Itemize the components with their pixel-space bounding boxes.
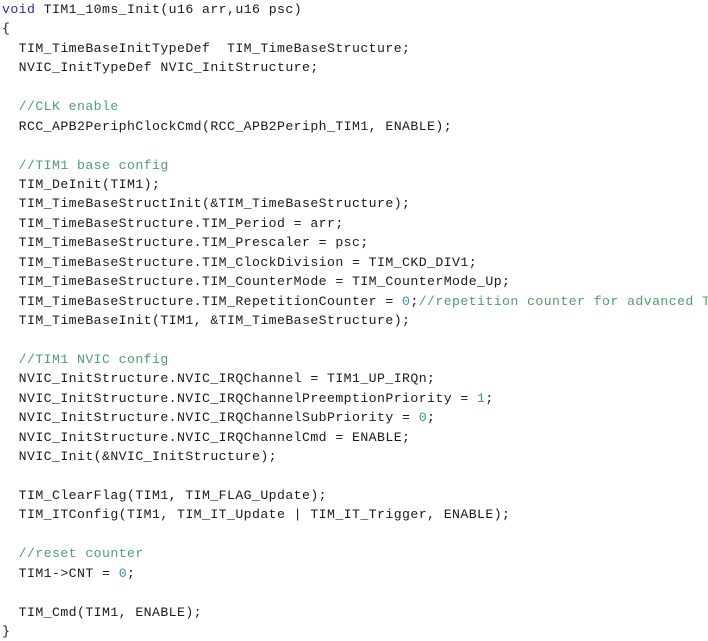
code-line[interactable]: NVIC_InitStructure.NVIC_IRQChannel = TIM… xyxy=(0,369,708,388)
code-line[interactable]: TIM_TimeBaseStructure.TIM_Period = arr; xyxy=(0,214,708,233)
code-line[interactable]: //TIM1 base config xyxy=(0,156,708,175)
code-line[interactable]: TIM_TimeBaseStructure.TIM_ClockDivision … xyxy=(0,253,708,272)
code-token-keyword: void xyxy=(2,2,36,17)
code-token-plain: TIM1->CNT = xyxy=(2,565,119,581)
code-line[interactable]: NVIC_Init(&NVIC_InitStructure); xyxy=(0,447,708,466)
code-line[interactable]: //TIM1 NVIC config xyxy=(0,350,708,369)
code-token-brace: { xyxy=(2,21,11,37)
code-token-plain: TIM_TimeBaseStructure.TIM_Prescaler = ps… xyxy=(2,235,369,251)
code-token-plain: TIM_Cmd(TIM1, ENABLE); xyxy=(2,604,203,620)
code-line[interactable] xyxy=(0,583,708,602)
code-line[interactable]: NVIC_InitStructure.NVIC_IRQChannelCmd = … xyxy=(0,428,708,447)
code-token-comment: //CLK enable xyxy=(2,99,119,115)
code-token-plain: TIM_TimeBaseStructure.TIM_CounterMode = … xyxy=(2,274,511,290)
code-token-number: 0 xyxy=(418,410,428,426)
code-token-plain: NVIC_InitStructure.NVIC_IRQChannelPreemp… xyxy=(2,390,478,406)
code-token-plain: ; xyxy=(410,293,419,309)
code-line[interactable]: NVIC_InitStructure.NVIC_IRQChannelSubPri… xyxy=(0,408,708,427)
code-line[interactable]: NVIC_InitStructure.NVIC_IRQChannelPreemp… xyxy=(0,389,708,408)
code-line[interactable]: //reset counter xyxy=(0,544,708,563)
code-token-plain: TIM_TimeBaseInit(TIM1, &TIM_TimeBaseStru… xyxy=(2,313,411,328)
code-line[interactable]: TIM_Cmd(TIM1, ENABLE); xyxy=(0,603,708,622)
code-token-plain: ; xyxy=(485,390,494,406)
code-line[interactable]: TIM_TimeBaseStructure.TIM_CounterMode = … xyxy=(0,272,708,291)
code-token-plain: TIM_TimeBaseInitTypeDef TIM_TimeBaseStru… xyxy=(2,40,411,56)
code-token-plain: RCC_APB2PeriphClockCmd(RCC_APB2Periph_TI… xyxy=(2,118,453,134)
code-token-plain: ; xyxy=(427,410,436,426)
code-line[interactable]: TIM_TimeBaseStructure.TIM_RepetitionCoun… xyxy=(0,292,708,311)
code-token-plain: ; xyxy=(127,565,136,581)
code-line[interactable] xyxy=(0,78,708,97)
code-token-plain: TIM_TimeBaseStructure.TIM_RepetitionCoun… xyxy=(2,293,403,309)
code-line[interactable]: void TIM1_10ms_Init(u16 arr,u16 psc) xyxy=(0,0,708,19)
code-line[interactable]: TIM_TimeBaseStructInit(&TIM_TimeBaseStru… xyxy=(0,194,708,213)
code-line[interactable]: TIM_TimeBaseStructure.TIM_Prescaler = ps… xyxy=(0,233,708,252)
code-token-plain: NVIC_InitStructure.NVIC_IRQChannelSubPri… xyxy=(2,410,419,426)
code-token-plain: NVIC_InitStructure.NVIC_IRQChannel = TIM… xyxy=(2,371,436,387)
code-line[interactable]: } xyxy=(0,622,708,641)
code-token-brace: } xyxy=(2,624,11,639)
code-editor-view[interactable]: void TIM1_10ms_Init(u16 arr,u16 psc) { TI… xyxy=(0,0,708,639)
code-token-plain: NVIC_InitStructure.NVIC_IRQChannelCmd = … xyxy=(2,429,411,445)
code-token-plain: TIM_TimeBaseStructure.TIM_Period = arr; xyxy=(2,215,344,231)
code-line[interactable]: TIM_TimeBaseInit(TIM1, &TIM_TimeBaseStru… xyxy=(0,311,708,330)
code-token-plain: NVIC_InitTypeDef NVIC_InitStructure; xyxy=(2,60,319,76)
code-token-number: 0 xyxy=(118,565,128,581)
code-line[interactable]: TIM_DeInit(TIM1); xyxy=(0,175,708,194)
code-token-comment: //repetition counter for advanced TIM1 xyxy=(418,293,708,309)
code-line[interactable] xyxy=(0,136,708,155)
code-token-plain: TIM_ClearFlag(TIM1, TIM_FLAG_Update); xyxy=(2,487,328,503)
code-line[interactable]: RCC_APB2PeriphClockCmd(RCC_APB2Periph_TI… xyxy=(0,117,708,136)
code-token-plain: NVIC_Init(&NVIC_InitStructure); xyxy=(2,449,278,465)
code-token-plain: TIM_ITConfig(TIM1, TIM_IT_Update | TIM_I… xyxy=(2,507,511,523)
code-token-plain: TIM_TimeBaseStructure.TIM_ClockDivision … xyxy=(2,254,478,270)
code-line[interactable] xyxy=(0,525,708,544)
code-line[interactable] xyxy=(0,330,708,349)
code-line[interactable]: TIM_ClearFlag(TIM1, TIM_FLAG_Update); xyxy=(0,486,708,505)
code-token-plain: TIM_DeInit(TIM1); xyxy=(2,176,161,192)
code-token-comment: //reset counter xyxy=(2,546,144,562)
code-line[interactable]: { xyxy=(0,19,708,38)
code-line[interactable]: //CLK enable xyxy=(0,97,708,116)
code-lines-container: void TIM1_10ms_Init(u16 arr,u16 psc) { TI… xyxy=(0,0,708,641)
code-line[interactable]: TIM_TimeBaseInitTypeDef TIM_TimeBaseStru… xyxy=(0,39,708,58)
code-token-comment: //TIM1 base config xyxy=(2,157,169,173)
code-token-comment: //TIM1 NVIC config xyxy=(2,351,169,367)
code-line[interactable]: NVIC_InitTypeDef NVIC_InitStructure; xyxy=(0,58,708,77)
code-token-plain: TIM1_10ms_Init(u16 arr,u16 psc) xyxy=(35,2,303,17)
code-line[interactable] xyxy=(0,467,708,486)
code-token-plain: TIM_TimeBaseStructInit(&TIM_TimeBaseStru… xyxy=(2,196,411,212)
code-line[interactable]: TIM1->CNT = 0; xyxy=(0,564,708,583)
code-line[interactable]: TIM_ITConfig(TIM1, TIM_IT_Update | TIM_I… xyxy=(0,505,708,524)
